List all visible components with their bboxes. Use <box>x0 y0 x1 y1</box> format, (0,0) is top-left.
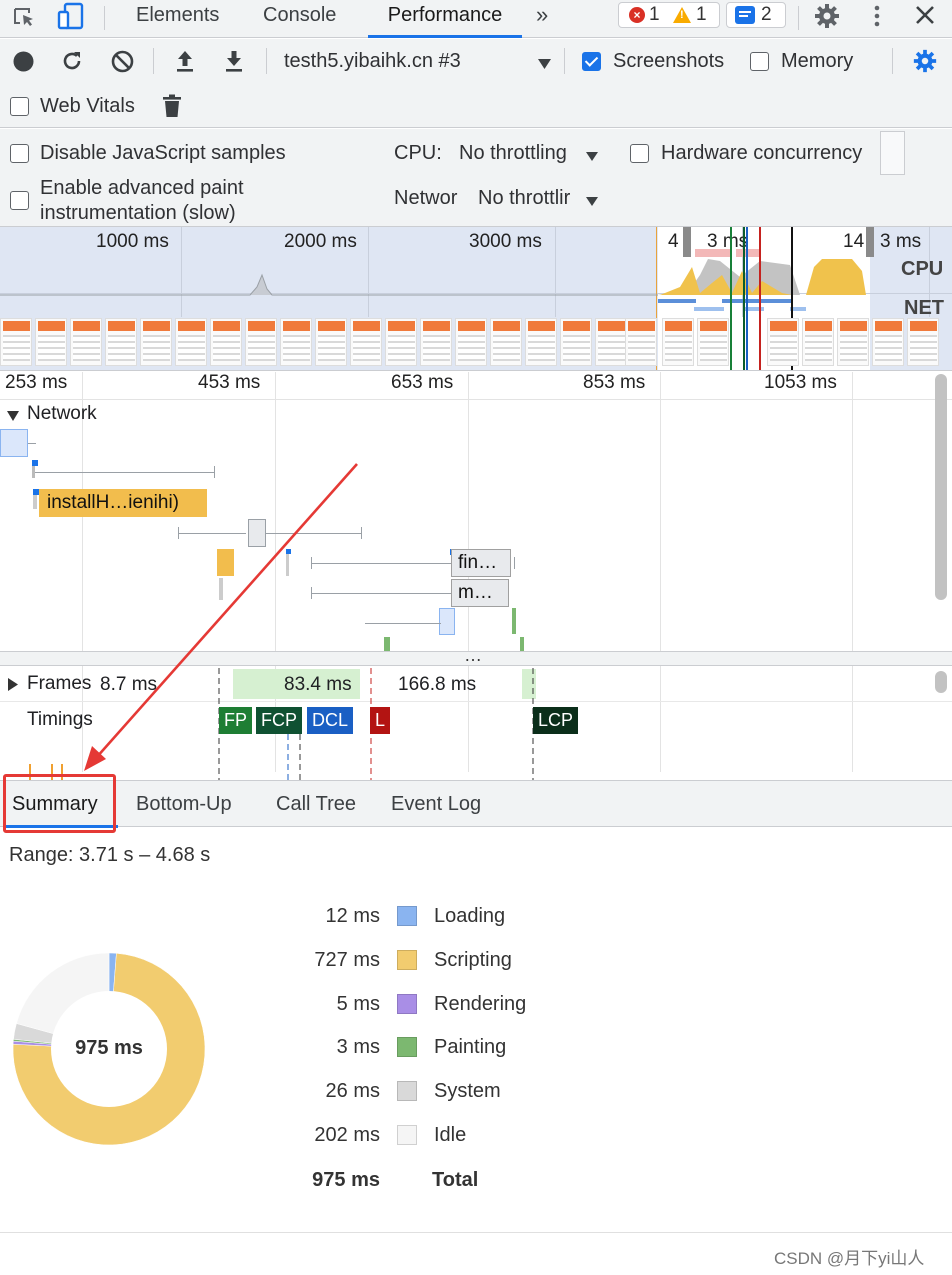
summary-label-loading: Loading <box>434 905 506 927</box>
summary-tab-highlight-box <box>3 774 116 833</box>
message-count: 2 <box>761 4 772 25</box>
summary-swatch-loading <box>397 906 417 926</box>
timing-load[interactable]: L <box>370 707 391 734</box>
network-collapse-triangle-icon[interactable] <box>7 408 19 421</box>
csdn-watermark: CSDN @月下yi山人 <box>774 1249 925 1268</box>
advanced-paint-label-line1: Enable advanced paint <box>40 177 244 199</box>
timing-fcp[interactable]: FCP <box>256 707 302 734</box>
network-track-label[interactable]: Network <box>27 403 97 425</box>
summary-total-label: Total <box>432 1169 479 1191</box>
summary-swatch-system <box>397 1081 417 1101</box>
download-profile-icon[interactable] <box>223 49 245 73</box>
dropdown-arrow-icon[interactable] <box>538 56 551 69</box>
timing-marker-lines <box>29 668 534 780</box>
network-throttle-label: Networ <box>394 187 458 209</box>
disable-js-samples-checkbox[interactable] <box>10 144 29 163</box>
error-icon: × <box>629 7 645 23</box>
close-icon[interactable] <box>914 4 936 26</box>
summary-value-idle: 202 ms <box>314 1124 380 1146</box>
network-scrollbar[interactable] <box>935 374 947 600</box>
cpu-throttle-label: CPU: <box>394 142 442 164</box>
more-options-icon[interactable] <box>870 3 884 29</box>
summary-range: Range: 3.71 s – 4.68 s <box>9 844 211 866</box>
summary-value-scripting: 727 ms <box>314 949 380 971</box>
hardware-concurrency-label: Hardware concurrency <box>661 142 863 164</box>
settings-gear-icon[interactable] <box>813 2 841 30</box>
ruler-tick-453: 453 ms <box>198 372 261 393</box>
tab-call-tree[interactable]: Call Tree <box>276 781 356 827</box>
trash-icon[interactable] <box>162 94 182 118</box>
reload-record-icon[interactable] <box>60 49 84 73</box>
ruler-tick-253: 253 ms <box>5 372 68 393</box>
tab-performance[interactable]: Performance <box>368 0 522 38</box>
cpu-throttle-select[interactable]: No throttling <box>459 142 567 165</box>
summary-total-value: 975 ms <box>312 1169 380 1191</box>
web-vitals-checkbox[interactable] <box>10 97 29 116</box>
summary-swatch-painting <box>397 1037 417 1057</box>
timing-fp[interactable]: FP <box>219 707 253 734</box>
network-dropdown-arrow-icon[interactable] <box>586 193 598 206</box>
hardware-concurrency-input[interactable] <box>880 131 905 175</box>
ruler-tick-653: 653 ms <box>391 372 454 393</box>
screenshots-label: Screenshots <box>613 50 725 72</box>
network-request-m[interactable]: m… <box>451 579 509 607</box>
summary-value-rendering: 5 ms <box>336 993 380 1015</box>
tab-console[interactable]: Console <box>263 0 336 38</box>
disable-js-samples-label: Disable JavaScript samples <box>40 142 286 164</box>
summary-label-scripting: Scripting <box>434 949 512 971</box>
network-request-install[interactable]: installH…ienihi) <box>39 489 207 517</box>
advanced-paint-checkbox[interactable] <box>10 191 29 210</box>
tab-event-log[interactable]: Event Log <box>391 781 481 827</box>
error-count: 1 <box>649 4 660 25</box>
summary-swatch-idle <box>397 1125 417 1145</box>
tab-elements[interactable]: Elements <box>136 0 219 38</box>
upload-profile-icon[interactable] <box>174 49 196 73</box>
ruler-tick-1053: 1053 ms <box>764 372 837 393</box>
messages-badge[interactable]: 2 <box>726 2 786 28</box>
summary-value-painting: 3 ms <box>336 1036 380 1058</box>
clear-icon[interactable] <box>110 49 135 74</box>
splitter-handle-icon[interactable]: … <box>464 645 482 666</box>
network-throttle-select[interactable]: No throttlir <box>478 187 570 210</box>
summary-swatch-rendering <box>397 994 417 1014</box>
record-icon[interactable] <box>12 50 35 73</box>
issues-badge[interactable]: × 1 ! 1 <box>618 2 720 28</box>
screenshots-checkbox[interactable] <box>582 52 601 71</box>
summary-label-idle: Idle <box>434 1124 467 1146</box>
summary-label-painting: Painting <box>434 1036 507 1058</box>
donut-center-total: 975 ms <box>75 1037 143 1059</box>
summary-label-rendering: Rendering <box>434 993 527 1015</box>
warning-count: 1 <box>696 4 707 25</box>
more-tabs-button[interactable]: » <box>536 0 548 38</box>
hardware-concurrency-checkbox[interactable] <box>630 144 649 163</box>
summary-value-system: 26 ms <box>325 1080 380 1102</box>
network-request-bar[interactable] <box>0 429 28 457</box>
ruler-tick-853: 853 ms <box>583 372 646 393</box>
summary-swatch-scripting <box>397 950 417 970</box>
capture-settings-gear-icon[interactable] <box>912 48 938 74</box>
advanced-paint-label-line2: instrumentation (slow) <box>40 202 236 224</box>
network-request-fin[interactable]: fin… <box>451 549 511 577</box>
inspect-element-icon[interactable] <box>12 6 38 30</box>
web-vitals-label: Web Vitals <box>40 95 135 117</box>
cpu-dropdown-arrow-icon[interactable] <box>586 148 598 161</box>
device-toolbar-icon[interactable] <box>56 2 86 32</box>
summary-value-loading: 12 ms <box>325 905 380 927</box>
tab-bottom-up[interactable]: Bottom-Up <box>136 781 232 827</box>
devtools-tab-bar: Elements Console Performance » × 1 ! 1 2 <box>0 0 952 38</box>
summary-label-system: System <box>434 1080 501 1102</box>
timing-dcl[interactable]: DCL <box>307 707 354 734</box>
memory-label: Memory <box>781 50 854 72</box>
memory-checkbox[interactable] <box>750 52 769 71</box>
network-request-bar[interactable] <box>248 519 266 547</box>
timing-lcp[interactable]: LCP <box>533 707 579 734</box>
recording-select[interactable]: testh5.yibaihk.cn #3 <box>284 50 461 73</box>
